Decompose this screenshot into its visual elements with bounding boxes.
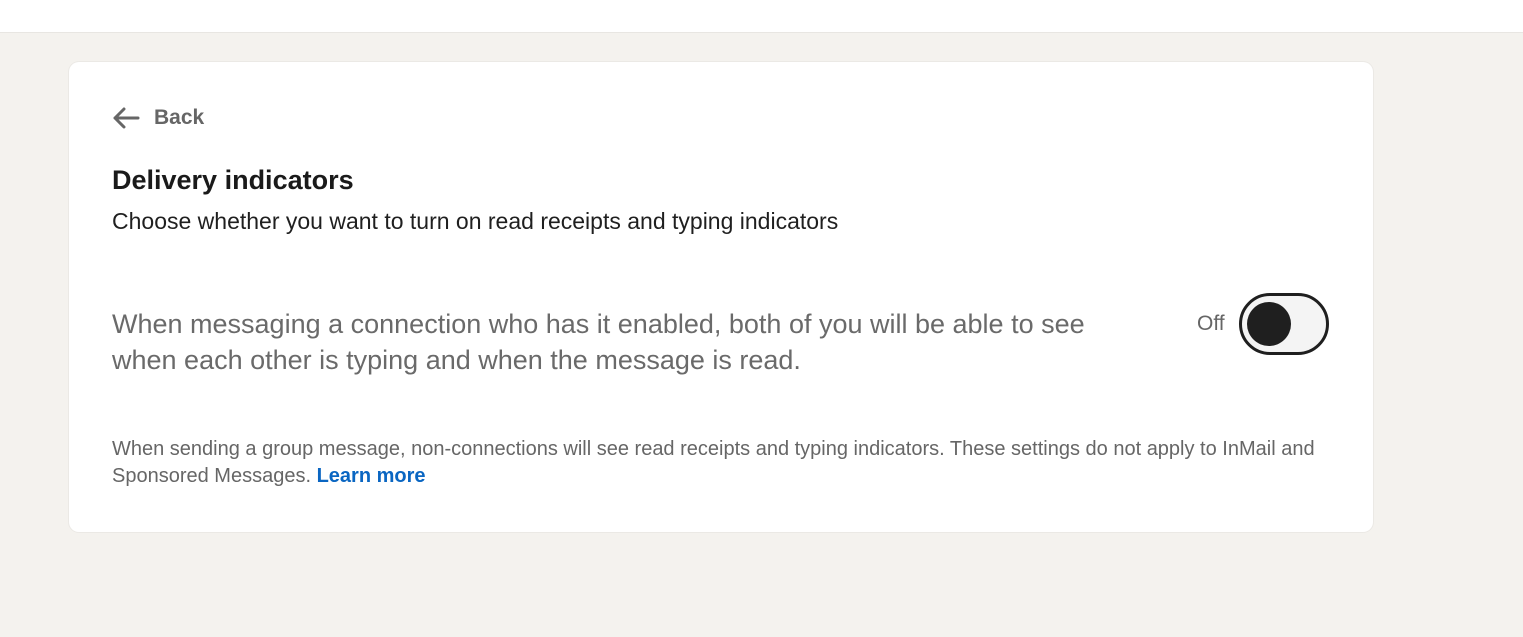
toggle-state-label: Off (1197, 312, 1225, 335)
page-title: Delivery indicators (112, 165, 354, 195)
delivery-indicators-toggle-group: Off (1197, 293, 1329, 355)
footnote: When sending a group message, non-connec… (112, 436, 1332, 490)
settings-card: Back Delivery indicators Choose whether … (69, 62, 1373, 532)
top-navigation-bar (0, 0, 1523, 33)
arrow-left-icon (112, 106, 140, 130)
footnote-text: When sending a group message, non-connec… (112, 438, 1315, 487)
back-label: Back (154, 106, 205, 129)
delivery-indicators-toggle[interactable] (1238, 293, 1329, 355)
learn-more-link[interactable]: Learn more (317, 465, 426, 487)
page-subtitle: Choose whether you want to turn on read … (112, 208, 839, 234)
back-button[interactable]: Back (112, 106, 204, 130)
toggle-knob (1246, 302, 1291, 346)
setting-description: When messaging a connection who has it e… (112, 309, 1085, 375)
